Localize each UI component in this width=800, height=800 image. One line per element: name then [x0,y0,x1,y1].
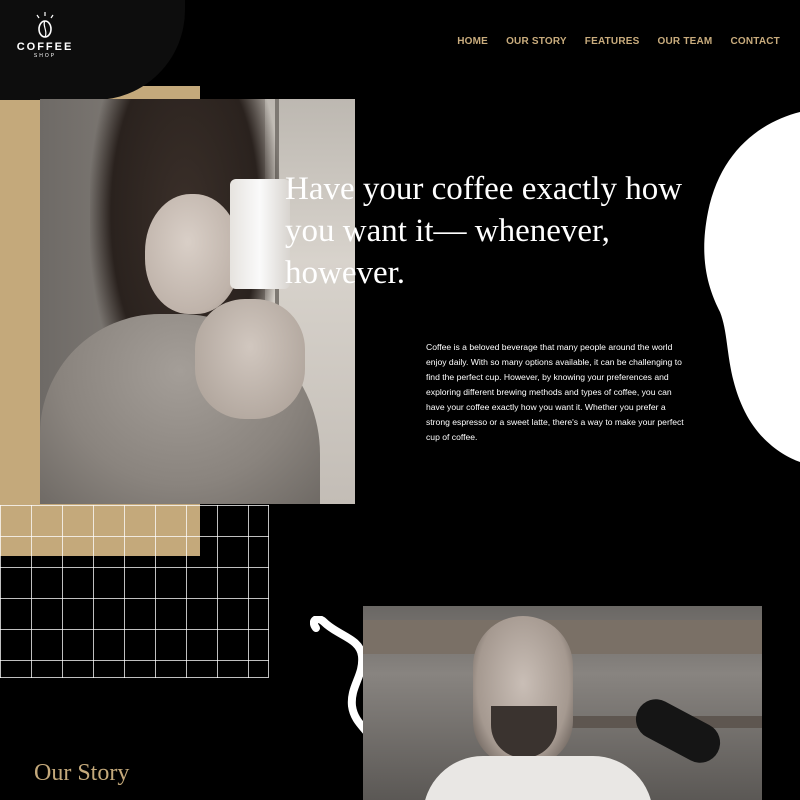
nav-features[interactable]: FEATURES [585,36,640,47]
site-logo[interactable]: COFFEE SHOP [14,12,76,72]
page: COFFEE SHOP HOME OUR STORY FEATURES OUR … [0,0,800,800]
white-wave-shape [704,112,800,462]
photo-cup [230,179,290,289]
coffee-bean-icon [36,12,54,38]
decorative-grid [0,505,269,678]
photo-shirt [423,756,653,800]
hero-body-text: Coffee is a beloved beverage that many p… [426,342,684,442]
photo-hands [195,299,305,419]
our-story-heading: Our Story [34,760,130,786]
photo-tool [628,692,728,770]
logo-name: COFFEE [16,41,74,53]
nav-contact[interactable]: CONTACT [730,36,780,47]
barista-photo [363,606,762,800]
nav-our-team[interactable]: OUR TEAM [658,36,713,47]
nav-home[interactable]: HOME [457,36,488,47]
hero-headline: Have your coffee exactly how you want it… [285,171,683,291]
photo-face [145,194,240,314]
nav-our-story[interactable]: OUR STORY [506,36,567,47]
white-squiggle-shape [310,616,370,736]
logo-tagline: SHOP [33,53,57,59]
hero-photo-woman-with-coffee [40,99,355,504]
main-nav: HOME OUR STORY FEATURES OUR TEAM CONTACT [457,36,780,47]
